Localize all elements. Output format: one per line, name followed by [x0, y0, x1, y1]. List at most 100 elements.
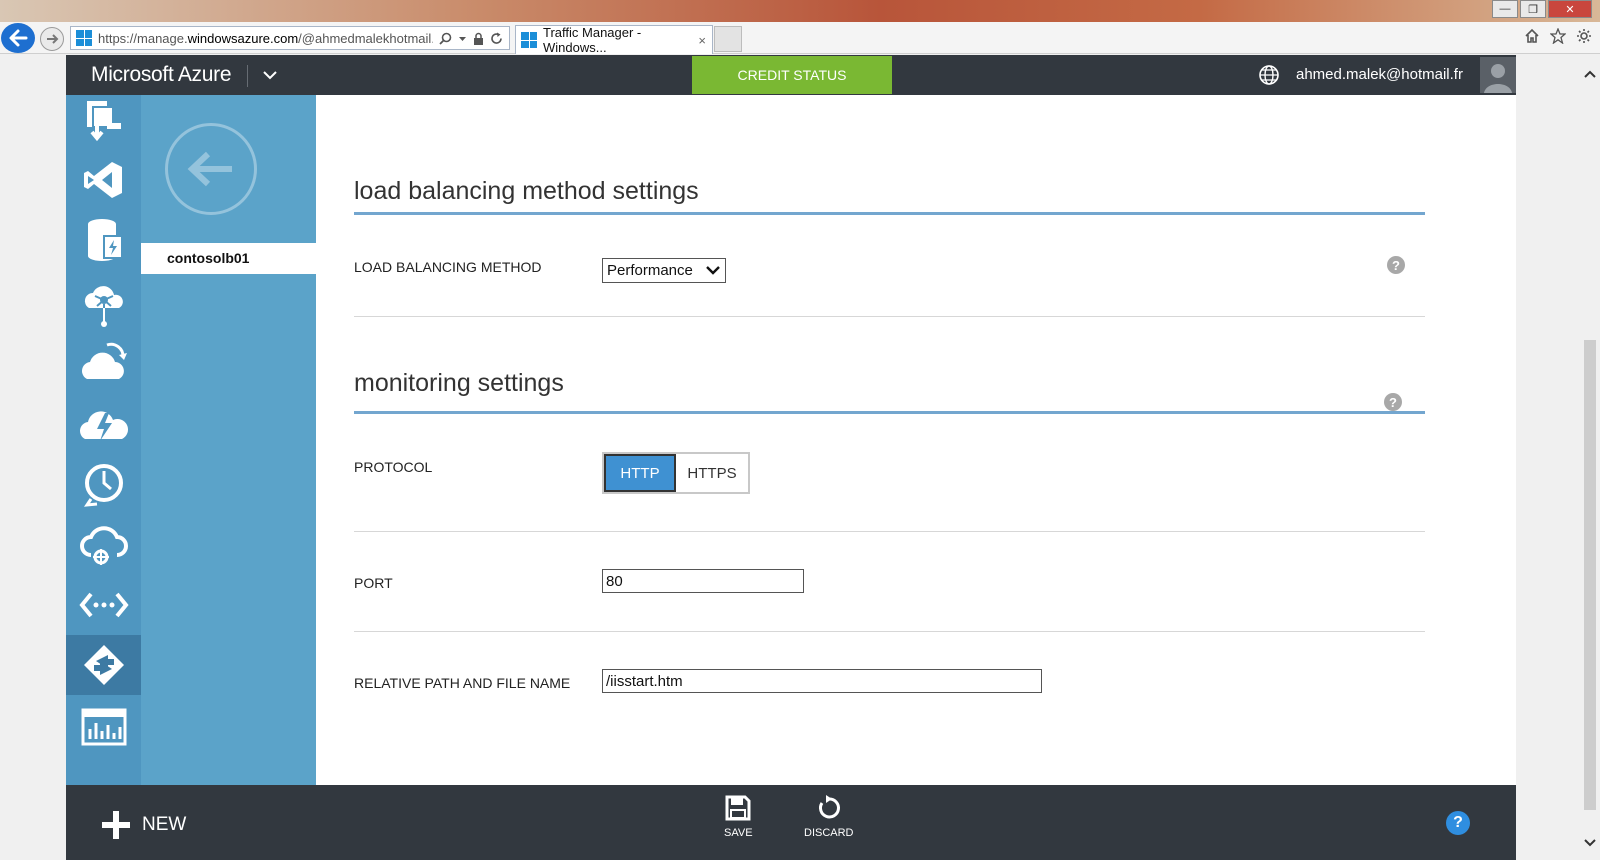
header-divider [247, 65, 248, 87]
back-button[interactable] [165, 123, 257, 215]
section-underline [354, 212, 1425, 215]
traffic-manager-icon [83, 645, 124, 685]
restore-button[interactable]: ❐ [1520, 0, 1546, 18]
undo-icon [818, 795, 840, 819]
divider [354, 531, 1425, 532]
left-nav [66, 95, 141, 785]
address-bar[interactable]: https://manage.windowsazure.com/@ahmedma… [70, 26, 510, 50]
nav-item-remote[interactable] [66, 515, 141, 575]
azure-header: Microsoft Azure CREDIT STATUS ahmed.male… [66, 55, 1516, 95]
help-icon[interactable]: ? [1384, 393, 1402, 411]
cloud-network-icon [84, 286, 123, 327]
code-brackets-icon [78, 592, 129, 618]
monitoring-section-title: monitoring settings [354, 369, 564, 397]
arrow-left-icon [9, 29, 28, 47]
url-prefix: https://manage. [98, 30, 188, 46]
nav-item-traffic-manager[interactable] [66, 635, 141, 695]
save-button[interactable]: SAVE [724, 795, 753, 839]
dashboard-icon [81, 708, 126, 746]
save-icon [725, 795, 751, 821]
nav-item-import[interactable] [66, 90, 141, 150]
select-value: Performance [607, 262, 693, 279]
arrow-left-icon [187, 151, 232, 187]
port-input[interactable] [602, 569, 804, 593]
help-icon[interactable]: ? [1387, 256, 1405, 274]
relative-path-label: RELATIVE PATH AND FILE NAME [354, 675, 571, 691]
star-icon[interactable] [1550, 28, 1566, 44]
browser-tab[interactable]: Traffic Manager - Windows... × [515, 25, 713, 55]
visual-studio-icon [83, 162, 122, 198]
protocol-https-option[interactable]: HTTPS [676, 454, 748, 492]
close-window-button[interactable]: ✕ [1548, 0, 1592, 18]
sub-nav: contosolb01 [141, 95, 316, 785]
command-bar: NEW SAVE DISCARD ? [66, 785, 1516, 860]
windows-logo-icon [521, 32, 537, 48]
arrow-right-icon [47, 34, 59, 44]
globe-icon[interactable] [1258, 64, 1280, 86]
cloud-gear-icon [79, 526, 128, 565]
divider [354, 631, 1425, 632]
cloud-bolt-icon [79, 411, 128, 441]
home-icon[interactable] [1524, 28, 1540, 44]
search-icon[interactable] [439, 32, 452, 45]
cache-icon [87, 219, 123, 261]
section-underline [354, 411, 1425, 414]
scroll-up-icon[interactable] [1584, 69, 1596, 79]
help-icon[interactable]: ? [1446, 811, 1470, 835]
scroll-down-icon[interactable] [1584, 838, 1596, 848]
plus-icon [102, 811, 130, 839]
url-domain: windowsazure.com [187, 30, 299, 46]
tab-close-icon[interactable]: × [698, 33, 706, 48]
refresh-icon[interactable] [490, 32, 503, 45]
chevron-down-icon [706, 266, 720, 275]
discard-label: DISCARD [804, 827, 854, 839]
save-label: SAVE [724, 827, 753, 839]
windows-logo-icon [76, 30, 92, 46]
new-label: NEW [142, 814, 187, 835]
window-controls: — ❐ ✕ [1492, 0, 1592, 18]
discard-button[interactable]: DISCARD [804, 795, 854, 839]
subnav-item-contosolb01[interactable]: contosolb01 [141, 243, 316, 274]
port-label: PORT [354, 575, 393, 591]
import-export-icon [86, 101, 121, 142]
user-email[interactable]: ahmed.malek@hotmail.fr [1296, 66, 1463, 83]
dropdown-icon[interactable] [458, 32, 467, 45]
gear-icon[interactable] [1576, 28, 1592, 44]
nav-item-cloud-services[interactable] [66, 333, 141, 393]
chevron-down-icon[interactable] [262, 65, 278, 85]
tab-title: Traffic Manager - Windows... [543, 25, 642, 55]
load-balancing-method-label: LOAD BALANCING METHOD [354, 259, 542, 275]
new-tab-button[interactable] [714, 26, 742, 52]
nav-item-cache[interactable] [66, 210, 141, 270]
cloud-arrow-icon [81, 342, 127, 379]
nav-item-visual-studio[interactable] [66, 150, 141, 210]
divider [354, 316, 1425, 317]
new-button[interactable]: NEW [100, 809, 186, 841]
nav-item-dashboard[interactable] [66, 697, 141, 757]
avatar[interactable] [1480, 57, 1516, 93]
nav-item-hdinsight[interactable] [66, 273, 141, 333]
address-url[interactable]: https://manage.windowsazure.com/@ahmedma… [98, 31, 433, 46]
nav-item-api[interactable] [66, 575, 141, 635]
clock-icon [83, 464, 123, 507]
browser-tools [1524, 28, 1592, 44]
minimize-button[interactable]: — [1492, 0, 1518, 18]
browser-forward-button[interactable] [40, 27, 64, 51]
credit-status-button[interactable]: CREDIT STATUS [692, 56, 892, 94]
scrollbar-thumb[interactable] [1584, 340, 1596, 810]
browser-titlebar: — ❐ ✕ [0, 0, 1600, 22]
relative-path-input[interactable] [602, 669, 1042, 693]
nav-item-mobile-services[interactable] [66, 393, 141, 453]
protocol-http-option[interactable]: HTTP [604, 454, 676, 492]
browser-navbar: https://manage.windowsazure.com/@ahmedma… [0, 22, 1600, 55]
load-balancing-method-select[interactable]: Performance [602, 258, 726, 283]
lock-icon[interactable] [473, 32, 484, 45]
scrollbar[interactable] [1580, 55, 1600, 860]
protocol-label: PROTOCOL [354, 459, 433, 475]
nav-item-scheduler[interactable] [66, 453, 141, 513]
brand-title[interactable]: Microsoft Azure [91, 63, 232, 87]
browser-back-button[interactable] [1, 23, 35, 53]
main-content: load balancing method settings LOAD BALA… [316, 95, 1516, 785]
protocol-toggle: HTTP HTTPS [602, 452, 750, 494]
url-rest: /@ahmedmalekhotmail.onmi [298, 30, 433, 46]
